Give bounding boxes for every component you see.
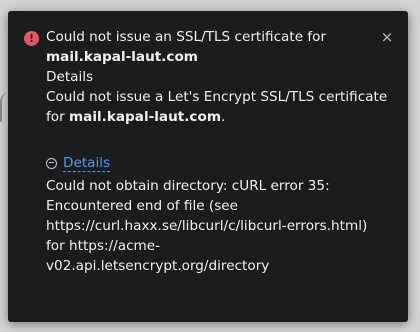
error-icon: ! <box>24 31 39 46</box>
message-line-1: Could not issue a Let's Encrypt SSL/TLS … <box>46 89 388 105</box>
message-domain: mail.kapal-laut.com <box>69 109 221 125</box>
notification-content: Could not issue an SSL/TLS certificate f… <box>46 27 388 276</box>
error-notification: ! × Could not issue an SSL/TLS certifica… <box>8 11 408 322</box>
details-line: https://curl.haxx.se/libcurl/c/libcurl-e… <box>46 218 368 234</box>
title-domain: mail.kapal-laut.com <box>46 49 198 65</box>
collapse-icon[interactable] <box>46 157 57 169</box>
close-button[interactable]: × <box>378 28 396 46</box>
details-toggle[interactable]: Details <box>46 153 374 173</box>
message-prefix: for <box>46 109 70 125</box>
details-line: Encountered end of file (see <box>46 198 239 214</box>
details-body: Could not obtain directory: cURL error 3… <box>46 176 374 276</box>
notification-title: Could not issue an SSL/TLS certificate f… <box>46 29 327 45</box>
details-line: for https://acme- <box>46 238 161 254</box>
message-suffix: . <box>221 109 226 125</box>
details-link[interactable]: Details <box>63 155 111 172</box>
details-line: v02.api.letsencrypt.org/directory <box>46 258 270 274</box>
details-line: Could not obtain directory: cURL error 3… <box>46 178 330 194</box>
notification-subtitle: Details <box>46 69 94 85</box>
message-line-2: for mail.kapal-laut.com. <box>46 107 374 127</box>
